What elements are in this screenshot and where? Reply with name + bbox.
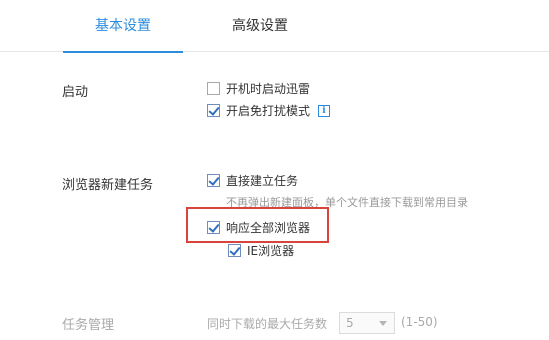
respond-all-browsers-option[interactable]: 响应全部浏览器 [207,219,310,236]
no-disturb-option[interactable]: 开启免打扰模式 i [207,102,331,119]
tab-basic-settings[interactable]: 基本设置 [63,0,183,53]
ie-browser-option[interactable]: IE浏览器 [228,242,294,259]
respond-all-browsers-label: 响应全部浏览器 [226,221,311,235]
ie-browser-label: IE浏览器 [247,244,295,258]
tab-advanced-settings[interactable]: 高级设置 [200,0,320,52]
max-tasks-range: (1-50) [401,315,438,329]
max-tasks-label: 同时下载的最大任务数 [207,317,328,331]
max-tasks-value: 5 [346,316,354,330]
settings-tab-bar: 基本设置 高级设置 [0,0,549,53]
startup-section-label: 启动 [62,85,89,100]
direct-create-label: 直接建立任务 [226,174,299,188]
autostart-label: 开机时启动迅雷 [226,82,311,96]
no-disturb-checkbox[interactable] [207,104,220,117]
ie-browser-checkbox[interactable] [228,244,241,257]
autostart-checkbox[interactable] [207,82,220,95]
respond-all-browsers-checkbox[interactable] [207,221,220,234]
direct-create-checkbox[interactable] [207,174,220,187]
max-tasks-select[interactable]: 5 [339,312,395,334]
no-disturb-label: 开启免打扰模式 [226,104,311,118]
info-icon[interactable]: i [318,104,331,117]
task-management-section-label: 任务管理 [62,318,115,333]
chevron-down-icon [379,321,387,326]
browser-task-section-label: 浏览器新建任务 [62,178,154,193]
autostart-option[interactable]: 开机时启动迅雷 [207,80,310,97]
direct-create-option[interactable]: 直接建立任务 [207,172,298,189]
